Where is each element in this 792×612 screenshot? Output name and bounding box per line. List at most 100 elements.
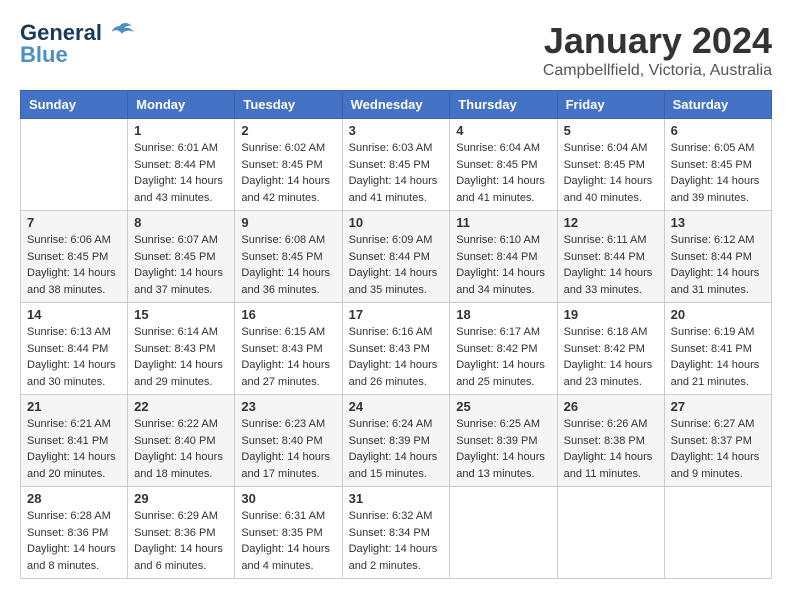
table-row: 17 Sunrise: 6:16 AMSunset: 8:43 PMDayligh… [342, 303, 450, 395]
header-wednesday: Wednesday [342, 91, 450, 119]
day-number: 8 [134, 215, 228, 230]
table-row: 13 Sunrise: 6:12 AMSunset: 8:44 PMDayligh… [664, 211, 771, 303]
table-row: 21 Sunrise: 6:21 AMSunset: 8:41 PMDayligh… [21, 395, 128, 487]
table-row: 26Sunrise: 6:26 AMSunset: 8:38 PMDayligh… [557, 395, 664, 487]
day-info: Sunrise: 6:26 AMSunset: 8:38 PMDaylight:… [564, 416, 658, 482]
table-row [21, 119, 128, 211]
table-row: 12Sunrise: 6:11 AMSunset: 8:44 PMDayligh… [557, 211, 664, 303]
day-number: 10 [349, 215, 444, 230]
day-number: 5 [564, 123, 658, 138]
day-number: 17 [349, 307, 444, 322]
table-row: 18 Sunrise: 6:17 AMSunset: 8:42 PMDayligh… [450, 303, 557, 395]
calendar-header-row: Sunday Monday Tuesday Wednesday Thursday… [21, 91, 772, 119]
day-info: Sunrise: 6:06 AMSunset: 8:45 PMDaylight:… [27, 232, 121, 298]
day-info: Sunrise: 6:07 AMSunset: 8:45 PMDaylight:… [134, 232, 228, 298]
day-info: Sunrise: 6:05 AMSunset: 8:45 PMDaylight:… [671, 140, 765, 206]
day-info: Sunrise: 6:10 AMSunset: 8:44 PMDaylight:… [456, 232, 550, 298]
day-number: 3 [349, 123, 444, 138]
table-row: 20Sunrise: 6:19 AMSunset: 8:41 PMDayligh… [664, 303, 771, 395]
day-info: Sunrise: 6:27 AMSunset: 8:37 PMDaylight:… [671, 416, 765, 482]
day-number: 31 [349, 491, 444, 506]
header-tuesday: Tuesday [235, 91, 342, 119]
day-number: 18 [456, 307, 550, 322]
logo-bird-icon [106, 22, 134, 44]
day-info: Sunrise: 6:09 AMSunset: 8:44 PMDaylight:… [349, 232, 444, 298]
table-row: 28 Sunrise: 6:28 AMSunset: 8:36 PMDayligh… [21, 487, 128, 579]
day-info: Sunrise: 6:01 AMSunset: 8:44 PMDaylight:… [134, 140, 228, 206]
day-info: Sunrise: 6:08 AMSunset: 8:45 PMDaylight:… [241, 232, 335, 298]
day-info: Sunrise: 6:12 AMSunset: 8:44 PMDaylight:… [671, 232, 765, 298]
day-number: 16 [241, 307, 335, 322]
day-info: Sunrise: 6:24 AMSunset: 8:39 PMDaylight:… [349, 416, 444, 482]
day-number: 22 [134, 399, 228, 414]
day-info: Sunrise: 6:18 AMSunset: 8:42 PMDaylight:… [564, 324, 658, 390]
day-info: Sunrise: 6:04 AMSunset: 8:45 PMDaylight:… [564, 140, 658, 206]
day-info: Sunrise: 6:03 AMSunset: 8:45 PMDaylight:… [349, 140, 444, 206]
calendar-week-row: 1Sunrise: 6:01 AMSunset: 8:44 PMDaylight… [21, 119, 772, 211]
table-row [557, 487, 664, 579]
day-number: 4 [456, 123, 550, 138]
day-info: Sunrise: 6:21 AMSunset: 8:41 PMDaylight:… [27, 416, 121, 482]
calendar-table: Sunday Monday Tuesday Wednesday Thursday… [20, 90, 772, 579]
day-number: 27 [671, 399, 765, 414]
day-info: Sunrise: 6:25 AMSunset: 8:39 PMDaylight:… [456, 416, 550, 482]
day-number: 28 [27, 491, 121, 506]
day-info: Sunrise: 6:22 AMSunset: 8:40 PMDaylight:… [134, 416, 228, 482]
day-number: 11 [456, 215, 550, 230]
day-number: 29 [134, 491, 228, 506]
day-info: Sunrise: 6:17 AMSunset: 8:42 PMDaylight:… [456, 324, 550, 390]
table-row: 1Sunrise: 6:01 AMSunset: 8:44 PMDaylight… [128, 119, 235, 211]
table-row: 10 Sunrise: 6:09 AMSunset: 8:44 PMDayligh… [342, 211, 450, 303]
day-info: Sunrise: 6:28 AMSunset: 8:36 PMDaylight:… [27, 508, 121, 574]
header-thursday: Thursday [450, 91, 557, 119]
day-number: 21 [27, 399, 121, 414]
page-header: General Blue January 2024 Campbellfield,… [20, 20, 772, 80]
table-row: 27 Sunrise: 6:27 AMSunset: 8:37 PMDayligh… [664, 395, 771, 487]
header-sunday: Sunday [21, 91, 128, 119]
table-row: 25Sunrise: 6:25 AMSunset: 8:39 PMDayligh… [450, 395, 557, 487]
table-row: 31Sunrise: 6:32 AMSunset: 8:34 PMDayligh… [342, 487, 450, 579]
table-row: 11 Sunrise: 6:10 AMSunset: 8:44 PMDayligh… [450, 211, 557, 303]
table-row: 19 Sunrise: 6:18 AMSunset: 8:42 PMDayligh… [557, 303, 664, 395]
day-number: 14 [27, 307, 121, 322]
location-title: Campbellfield, Victoria, Australia [543, 62, 772, 80]
table-row: 23 Sunrise: 6:23 AMSunset: 8:40 PMDayligh… [235, 395, 342, 487]
table-row: 16 Sunrise: 6:15 AMSunset: 8:43 PMDayligh… [235, 303, 342, 395]
table-row: 2Sunrise: 6:02 AMSunset: 8:45 PMDaylight… [235, 119, 342, 211]
day-number: 20 [671, 307, 765, 322]
day-number: 19 [564, 307, 658, 322]
day-info: Sunrise: 6:13 AMSunset: 8:44 PMDaylight:… [27, 324, 121, 390]
day-number: 9 [241, 215, 335, 230]
day-number: 13 [671, 215, 765, 230]
day-number: 23 [241, 399, 335, 414]
day-number: 24 [349, 399, 444, 414]
table-row: 15Sunrise: 6:14 AMSunset: 8:43 PMDayligh… [128, 303, 235, 395]
day-info: Sunrise: 6:04 AMSunset: 8:45 PMDaylight:… [456, 140, 550, 206]
calendar-week-row: 14 Sunrise: 6:13 AMSunset: 8:44 PMDayligh… [21, 303, 772, 395]
table-row: 30 Sunrise: 6:31 AMSunset: 8:35 PMDayligh… [235, 487, 342, 579]
table-row: 14 Sunrise: 6:13 AMSunset: 8:44 PMDayligh… [21, 303, 128, 395]
header-saturday: Saturday [664, 91, 771, 119]
title-block: January 2024 Campbellfield, Victoria, Au… [543, 20, 772, 80]
day-number: 6 [671, 123, 765, 138]
logo-text-blue: Blue [20, 42, 68, 68]
table-row: 7 Sunrise: 6:06 AMSunset: 8:45 PMDaylight… [21, 211, 128, 303]
table-row [664, 487, 771, 579]
table-row: 22 Sunrise: 6:22 AMSunset: 8:40 PMDayligh… [128, 395, 235, 487]
table-row: 6 Sunrise: 6:05 AMSunset: 8:45 PMDaylight… [664, 119, 771, 211]
header-monday: Monday [128, 91, 235, 119]
day-info: Sunrise: 6:23 AMSunset: 8:40 PMDaylight:… [241, 416, 335, 482]
day-info: Sunrise: 6:16 AMSunset: 8:43 PMDaylight:… [349, 324, 444, 390]
day-number: 7 [27, 215, 121, 230]
month-title: January 2024 [543, 20, 772, 62]
day-info: Sunrise: 6:15 AMSunset: 8:43 PMDaylight:… [241, 324, 335, 390]
day-number: 30 [241, 491, 335, 506]
table-row: 29Sunrise: 6:29 AMSunset: 8:36 PMDayligh… [128, 487, 235, 579]
table-row [450, 487, 557, 579]
day-info: Sunrise: 6:14 AMSunset: 8:43 PMDaylight:… [134, 324, 228, 390]
day-number: 2 [241, 123, 335, 138]
header-friday: Friday [557, 91, 664, 119]
day-info: Sunrise: 6:31 AMSunset: 8:35 PMDaylight:… [241, 508, 335, 574]
calendar-week-row: 28 Sunrise: 6:28 AMSunset: 8:36 PMDayligh… [21, 487, 772, 579]
table-row: 5 Sunrise: 6:04 AMSunset: 8:45 PMDaylight… [557, 119, 664, 211]
